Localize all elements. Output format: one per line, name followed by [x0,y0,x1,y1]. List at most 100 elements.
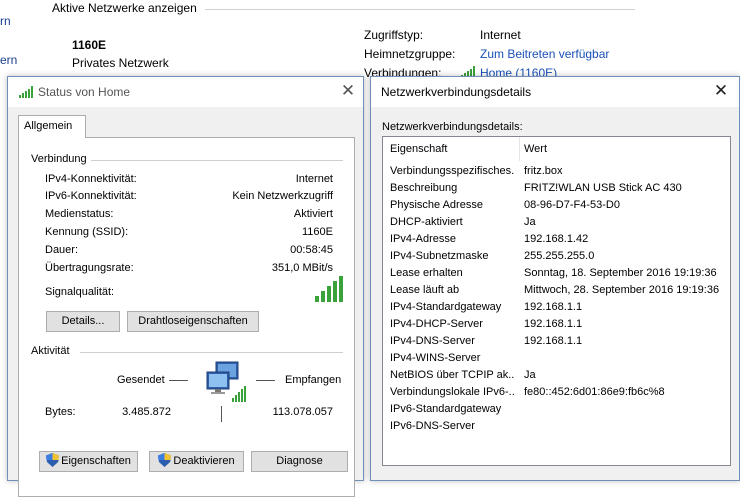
access-type-value: Internet [480,28,521,42]
properties-button[interactable]: Eigenschaften [39,451,138,472]
property-cell: IPv6-Standardgateway [390,403,502,415]
list-item[interactable]: Lease läuft ab Mittwoch, 28. September 20… [383,284,730,301]
column-separator[interactable] [519,137,520,161]
close-icon[interactable]: ✕ [337,81,359,101]
column-header-property[interactable]: Eigenschaft [390,143,447,155]
signal-bar [339,276,343,302]
property-cell: Physische Adresse [390,199,483,211]
left-nav-link[interactable]: ern [0,53,17,67]
active-networks-title: Aktive Netzwerke anzeigen [52,1,197,15]
value-cell: 192.168.1.1 [524,301,583,313]
access-type-label: Zugriffstyp: [364,28,424,42]
value-cell: 192.168.1.1 [524,318,583,330]
list-item[interactable]: Physische Adresse 08-96-D7-F4-53-D0 [383,199,730,216]
property-cell: IPv4-WINS-Server [390,352,481,364]
row-label: Medienstatus: [45,208,114,220]
details-list[interactable]: Eigenschaft Wert Verbindungsspezifisches… [382,136,731,466]
group-divider [205,9,635,10]
property-cell: IPv4-Standardgateway [390,301,502,313]
sent-line [169,380,188,381]
shield-icon [46,453,60,474]
signal-bar [321,291,325,302]
list-item[interactable]: Verbindungsspezifisches... fritz.box [383,165,730,182]
connection-group-title: Verbindung [31,153,91,165]
property-cell: Verbindungslokale IPv6-... [390,386,514,398]
details-button[interactable]: Details... [46,311,120,332]
received-label: Empfangen [285,374,342,386]
network-computers-icon [202,360,252,409]
row-label: Kennung (SSID): [45,226,129,238]
group-divider [89,160,343,161]
property-cell: Lease erhalten [390,267,463,279]
details-dialog-title: Netzwerkverbindungsdetails [381,85,532,99]
list-item[interactable]: IPv4-DNS-Server 192.168.1.1 [383,335,730,352]
property-cell: IPv6-DNS-Server [390,420,475,432]
signal-icon [19,86,35,101]
signal-bar [327,286,331,302]
sent-label: Gesendet [117,374,165,386]
list-item[interactable]: IPv4-Subnetzmaske 255.255.255.0 [383,250,730,267]
status-titlebar[interactable]: Status von Home ✕ [8,77,363,107]
value-cell: Mittwoch, 28. September 2016 19:19:36 [524,284,720,296]
tab-general[interactable]: Allgemein [18,115,86,138]
activity-group-title: Aktivität [31,345,74,357]
signal-quality-icon [315,276,345,305]
property-cell: IPv4-Subnetzmaske [390,250,489,262]
deactivate-button[interactable]: Deaktivieren [149,451,244,472]
list-item[interactable]: IPv4-Adresse 192.168.1.42 [383,233,730,250]
list-item[interactable]: Lease erhalten Sonntag, 18. September 201… [383,267,730,284]
value-cell: 192.168.1.1 [524,335,583,347]
property-cell: Lease läuft ab [390,284,460,296]
deactivate-button-label: Deaktivieren [173,455,235,467]
homegroup-link[interactable]: Zum Beitreten verfügbar [480,47,609,61]
list-item[interactable]: Beschreibung FRITZ!WLAN USB Stick AC 430 [383,182,730,199]
row-label: Dauer: [45,244,79,256]
network-name: 1160E [72,38,107,52]
list-item[interactable]: Verbindungslokale IPv6-... fe80::452:6d01… [383,386,730,403]
property-cell: NetBIOS über TCPIP ak... [390,369,514,381]
list-item[interactable]: IPv4-Standardgateway 192.168.1.1 [383,301,730,318]
details-caption: Netzwerkverbindungsdetails: [382,121,523,133]
row-label: IPv6-Konnektivität: [45,190,137,202]
value-cell: Sonntag, 18. September 2016 19:19:36 [524,267,717,279]
list-item[interactable]: IPv6-DNS-Server [383,420,730,437]
row-value: Internet [295,173,333,185]
row-value: 00:58:45 [290,244,333,256]
value-cell: Ja [524,369,536,381]
close-icon[interactable]: ✕ [710,81,732,101]
property-cell: Verbindungsspezifisches... [390,165,514,177]
homegroup-label: Heimnetzgruppe: [364,47,456,61]
list-item[interactable]: IPv4-DHCP-Server 192.168.1.1 [383,318,730,335]
list-item[interactable]: NetBIOS über TCPIP ak... Ja [383,369,730,386]
shield-icon [158,453,172,474]
value-cell: 08-96-D7-F4-53-D0 [524,199,620,211]
property-cell: IPv4-DNS-Server [390,335,475,347]
list-item[interactable]: IPv6-Standardgateway [383,403,730,420]
signal-quality-label: Signalqualität: [45,286,115,298]
status-dialog: Status von Home ✕ Allgemein Verbindung I… [7,76,364,497]
bytes-divider [221,406,222,422]
signal-bar [315,296,319,302]
group-divider [80,352,343,353]
value-cell: fritz.box [524,165,563,177]
bytes-label: Bytes: [45,406,76,418]
value-cell: FRITZ!WLAN USB Stick AC 430 [524,182,682,194]
value-cell: 192.168.1.42 [524,233,589,245]
row-value: 351,0 MBit/s [271,262,333,274]
row-value: Kein Netzwerkzugriff [232,190,333,202]
value-cell: fe80::452:6d01:86e9:fb6c%8 [524,386,665,398]
left-nav-link[interactable]: rn [0,14,11,28]
diagnose-button[interactable]: Diagnose [251,451,348,472]
row-value: 1160E [302,226,333,238]
bytes-received: 113.078.057 [272,406,333,418]
wireless-properties-button[interactable]: Drahtloseigenschaften [127,311,259,332]
list-item[interactable]: IPv4-WINS-Server [383,352,730,369]
details-titlebar[interactable]: Netzwerkverbindungsdetails ✕ [371,77,739,107]
property-cell: DHCP-aktiviert [390,216,463,228]
row-label: IPv4-Konnektivität: [45,173,137,185]
column-header-value[interactable]: Wert [524,143,547,155]
network-type[interactable]: Privates Netzwerk [72,56,169,70]
property-cell: Beschreibung [390,182,458,194]
list-item[interactable]: DHCP-aktiviert Ja [383,216,730,233]
details-dialog: Netzwerkverbindungsdetails ✕ Netzwerkver… [370,76,740,481]
